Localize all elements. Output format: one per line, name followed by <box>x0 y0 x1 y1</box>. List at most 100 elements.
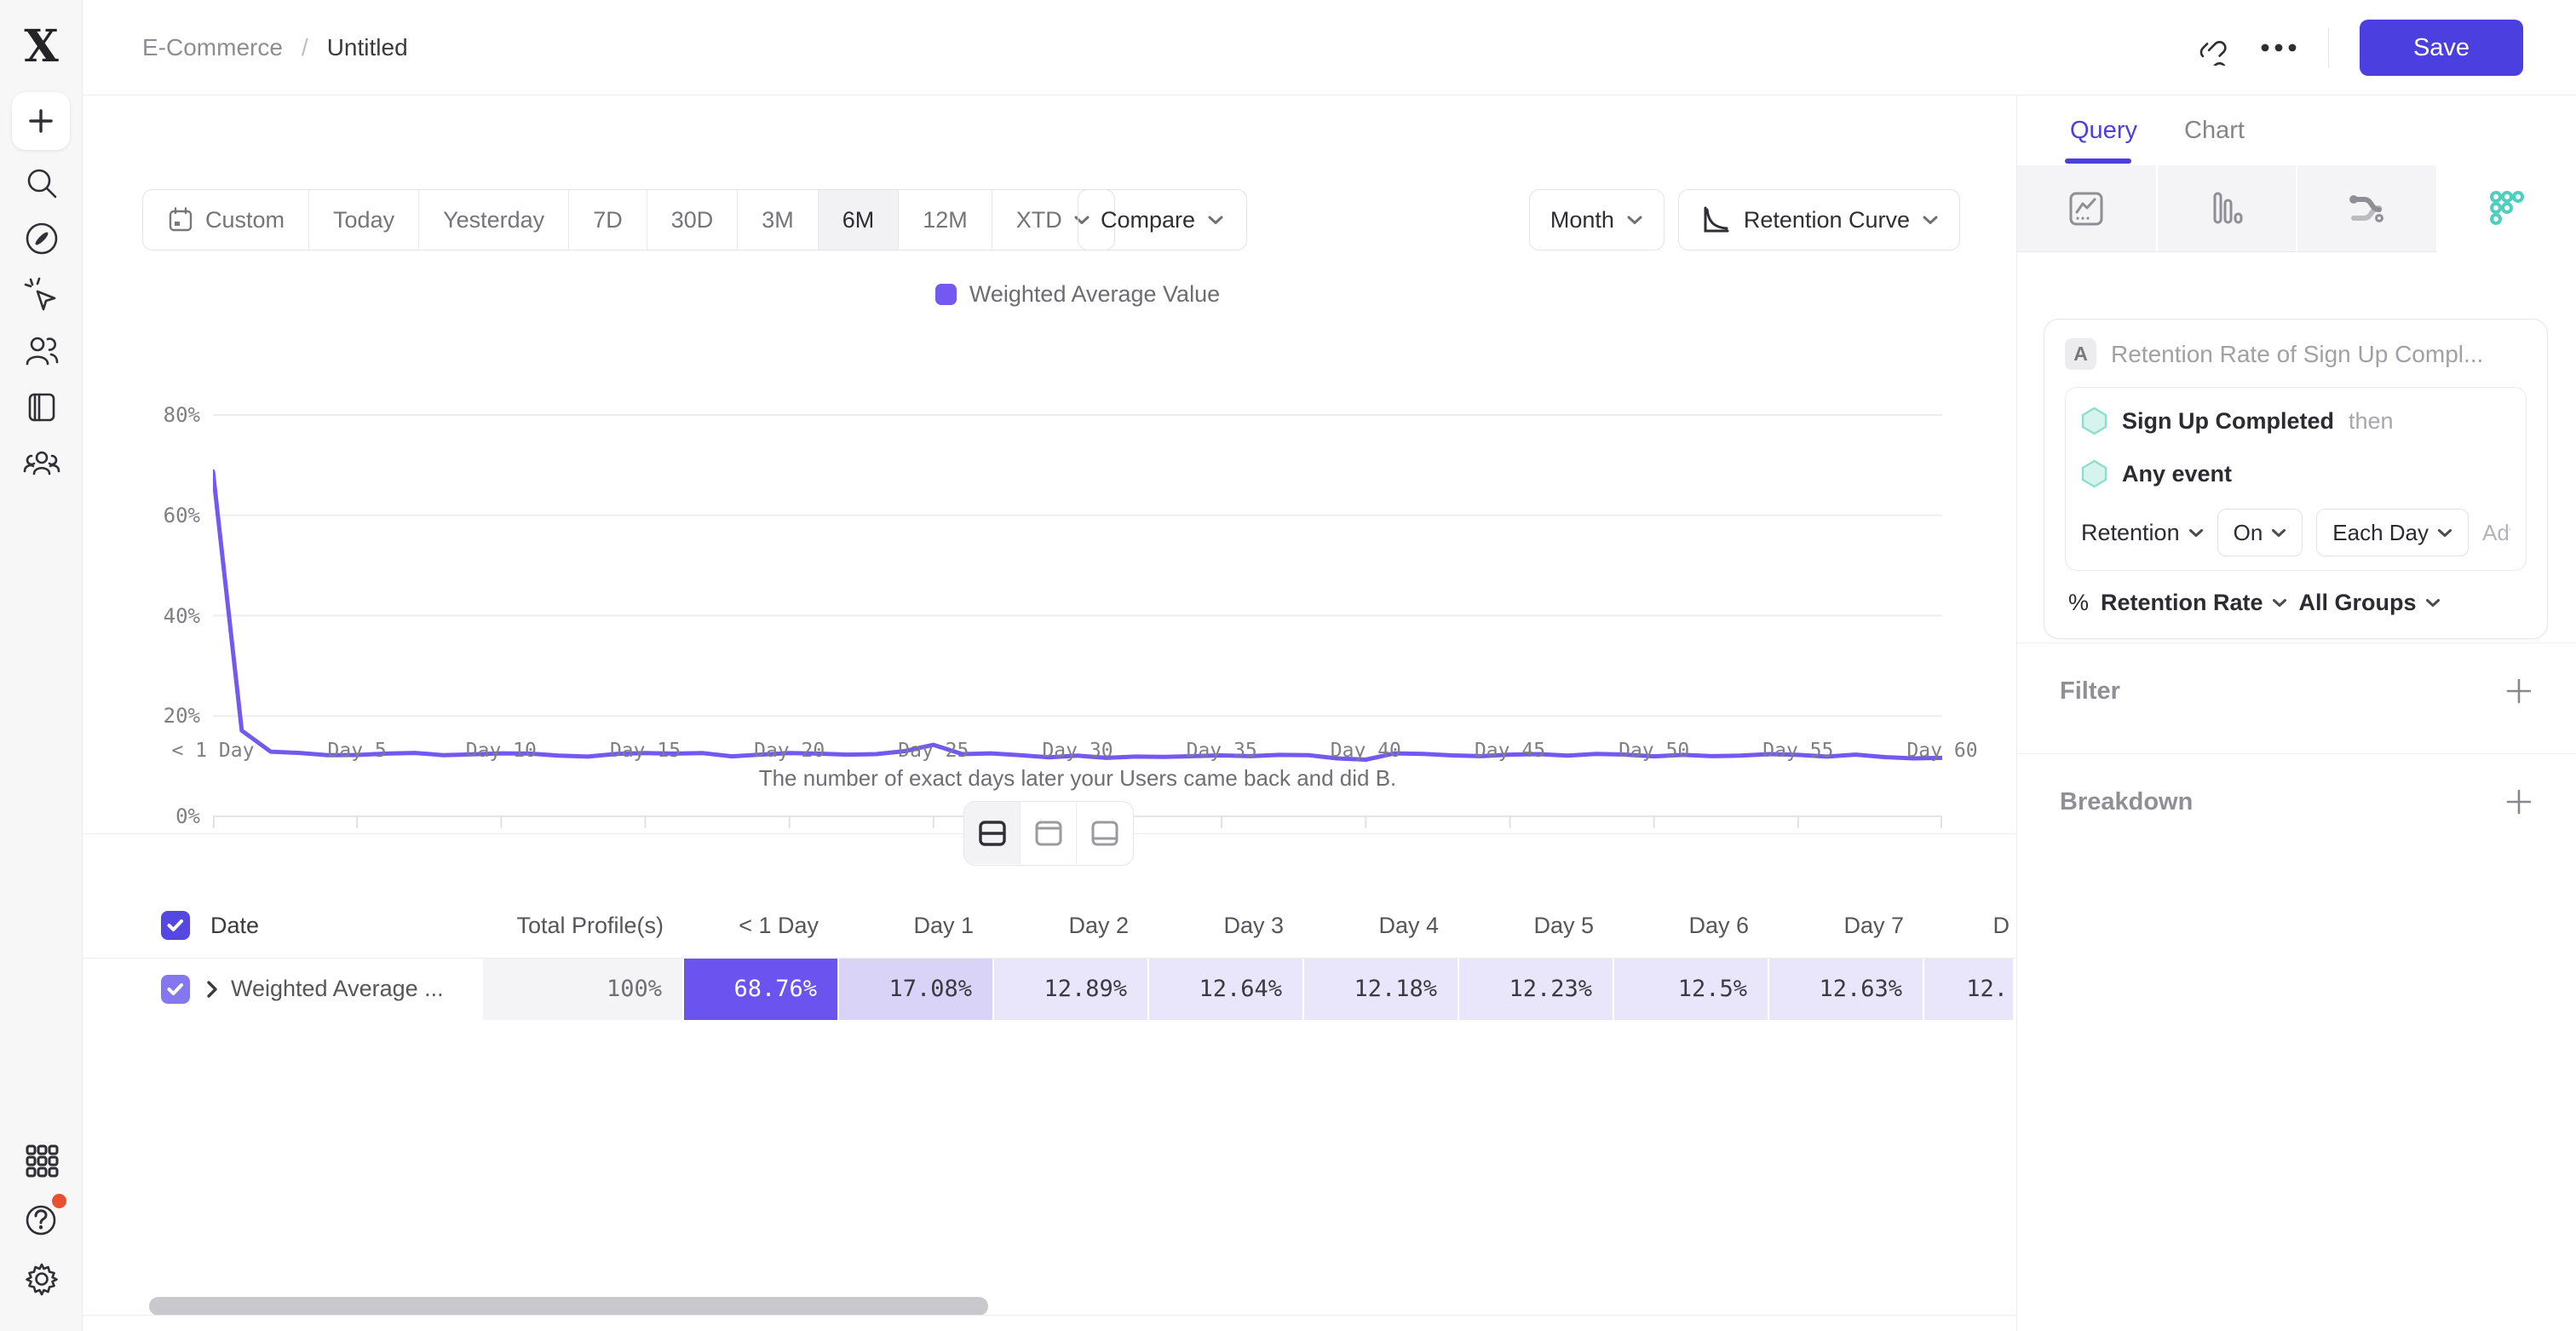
range-3m[interactable]: 3M <box>738 190 819 250</box>
copy-link-button[interactable] <box>2194 30 2229 66</box>
range-label: Custom <box>205 207 285 233</box>
retention-value-cell: 12.89% <box>994 959 1149 1020</box>
create-new-button[interactable] <box>12 92 70 150</box>
retention-value-cell: 12.64% <box>1149 959 1304 1020</box>
search-nav-button[interactable] <box>0 165 83 201</box>
users-nav-button[interactable] <box>0 332 83 370</box>
retention-value-cell: 12.18% <box>1304 959 1459 1020</box>
breakdown-section: Breakdown <box>2060 775 2533 828</box>
measure-prefix: % <box>2068 590 2089 616</box>
retention-steps-box: Sign Up Completed then Any event Retention… <box>2065 387 2527 571</box>
x-tick-label: Day 45 <box>1451 740 1570 762</box>
on-label: On <box>2234 520 2263 546</box>
app-logo[interactable]: X <box>0 20 83 72</box>
table-row: Weighted Average ...100%68.76%17.08%12.8… <box>83 958 2016 1019</box>
check-icon <box>167 982 184 996</box>
chart-caption: The number of exact days later your User… <box>213 765 1942 792</box>
retention-criteria-dropdown[interactable]: Retention <box>2081 520 2204 546</box>
boards-nav-button[interactable] <box>0 389 83 424</box>
x-tick-label: Day 30 <box>1018 740 1137 762</box>
select-all-checkbox[interactable] <box>161 911 190 940</box>
settings-nav-button[interactable] <box>0 1259 83 1299</box>
range-label: Today <box>333 207 394 233</box>
event-step-suffix: then <box>2349 408 2394 435</box>
users-icon <box>23 332 60 370</box>
content-bottom-border <box>83 1315 2016 1316</box>
query-card-title[interactable]: Retention Rate of Sign Up Compl... <box>2111 341 2483 368</box>
on-dropdown[interactable]: On <box>2217 509 2303 556</box>
compare-button[interactable]: Compare <box>1078 189 1247 251</box>
event-step[interactable]: Any event <box>2081 447 2510 500</box>
advanced-label: Adv... <box>2482 520 2510 546</box>
event-step[interactable]: Sign Up Completed then <box>2081 395 2510 447</box>
x-tick-label: Day 40 <box>1306 740 1425 762</box>
top-bar: E-Commerce / Untitled Save <box>83 0 2576 95</box>
layout-split-button[interactable] <box>964 802 1021 864</box>
plus-icon <box>2504 787 2533 816</box>
row-checkbox[interactable] <box>161 975 190 1004</box>
y-tick-label: 20% <box>108 704 200 728</box>
add-breakdown-button[interactable] <box>2504 787 2533 816</box>
granularity-dropdown[interactable]: Month <box>1529 189 1665 251</box>
range-yesterday[interactable]: Yesterday <box>419 190 569 250</box>
report-type-insights[interactable] <box>2017 165 2158 252</box>
row-expander[interactable] <box>205 979 219 1000</box>
breadcrumb-project[interactable]: E-Commerce <box>142 34 283 61</box>
date-range-control: CustomTodayYesterday7D30D3M6M12MXTD <box>142 189 1115 251</box>
breadcrumb-report-title[interactable]: Untitled <box>327 34 408 61</box>
range-today[interactable]: Today <box>309 190 419 250</box>
layout-chart-only-button[interactable] <box>1021 802 1077 864</box>
cohorts-nav-button[interactable] <box>0 445 83 484</box>
horizontal-scrollbar-thumb[interactable] <box>149 1297 988 1316</box>
advanced-dropdown[interactable]: Adv... <box>2482 520 2510 546</box>
legend-swatch <box>935 284 957 305</box>
report-type-retention[interactable] <box>2438 165 2576 252</box>
split-view-icon <box>977 818 1008 849</box>
compare-label: Compare <box>1101 207 1195 233</box>
link-icon <box>2194 30 2229 66</box>
measure-group-dropdown[interactable]: All Groups <box>2299 590 2441 616</box>
more-options-button[interactable] <box>2260 43 2297 53</box>
help-nav-button[interactable] <box>0 1200 83 1243</box>
events-nav-button[interactable] <box>0 276 83 315</box>
compass-icon <box>23 220 60 257</box>
measure-group-label: All Groups <box>2299 590 2417 616</box>
add-filter-button[interactable] <box>2504 677 2533 706</box>
chevron-down-icon <box>1626 215 1643 225</box>
report-type-funnels[interactable] <box>2158 165 2298 252</box>
tab-chart[interactable]: Chart <box>2184 95 2245 165</box>
bucket-dropdown[interactable]: Each Day <box>2316 509 2469 556</box>
layout-table-only-button[interactable] <box>1077 802 1133 864</box>
event-step-label: Sign Up Completed <box>2122 408 2334 435</box>
tab-query[interactable]: Query <box>2070 95 2137 165</box>
measure-metric-dropdown[interactable]: Retention Rate <box>2101 590 2287 616</box>
table-header-row: DateTotal Profile(s)< 1 DayDay 1Day 2Day… <box>83 893 2016 958</box>
y-tick-label: 0% <box>108 804 200 828</box>
chart-type-dropdown[interactable]: Retention Curve <box>1678 189 1960 251</box>
range-custom[interactable]: Custom <box>143 190 309 250</box>
query-card: A Retention Rate of Sign Up Compl... Sig… <box>2044 319 2548 639</box>
range-label: 6M <box>842 207 875 233</box>
row-label: Weighted Average ... <box>231 976 444 1002</box>
discover-nav-button[interactable] <box>0 220 83 257</box>
filter-section-label: Filter <box>2060 677 2120 706</box>
chevron-down-icon <box>2272 598 2287 608</box>
range-7d[interactable]: 7D <box>569 190 647 250</box>
plus-icon <box>25 105 57 137</box>
check-icon <box>167 919 184 932</box>
range-12m[interactable]: 12M <box>899 190 992 250</box>
column-header: D <box>1924 913 2015 939</box>
apps-nav-button[interactable] <box>0 1142 83 1179</box>
range-label: 30D <box>671 207 714 233</box>
app-sidebar: X <box>0 0 83 1331</box>
x-tick-label: Day 25 <box>874 740 993 762</box>
breadcrumb-separator: / <box>302 34 308 61</box>
y-tick-label: 80% <box>108 403 200 427</box>
column-header: Day 7 <box>1769 913 1924 939</box>
save-button[interactable]: Save <box>2360 20 2523 76</box>
chart-legend[interactable]: Weighted Average Value <box>213 281 1942 308</box>
report-type-flows[interactable] <box>2297 165 2438 252</box>
retention-criteria-label: Retention <box>2081 520 2180 546</box>
range-6m[interactable]: 6M <box>819 190 900 250</box>
range-30d[interactable]: 30D <box>647 190 739 250</box>
